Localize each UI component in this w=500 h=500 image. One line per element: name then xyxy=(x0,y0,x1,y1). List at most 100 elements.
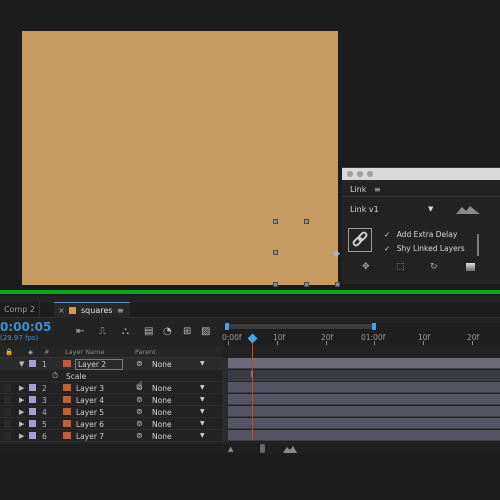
add-extra-delay-option[interactable]: ✓ Add Extra Delay xyxy=(384,230,457,239)
visibility-toggle[interactable] xyxy=(4,432,11,440)
timeline-zoom-bar[interactable]: ▲ xyxy=(0,444,500,454)
twirl-closed-icon[interactable]: ▶ xyxy=(19,432,24,440)
draft-3d-icon[interactable]: ⎍ xyxy=(99,326,106,337)
move-icon[interactable]: ✥ xyxy=(362,262,370,272)
transform-handle[interactable] xyxy=(273,282,278,287)
parent-select[interactable]: None xyxy=(152,432,172,441)
zoom-out-icon[interactable]: ▲ xyxy=(228,445,233,453)
layer-row[interactable]: ▼ 1 Layer 2 ⊚ None ▼ xyxy=(0,358,222,370)
chevron-down-icon[interactable]: ▼ xyxy=(200,408,205,415)
layer-name-field[interactable]: Layer 6 xyxy=(76,420,104,429)
column-parent[interactable]: Parent xyxy=(135,348,156,356)
playhead-line[interactable] xyxy=(252,340,253,440)
shy-linked-layers-option[interactable]: ✓ Shy Linked Layers xyxy=(384,244,465,253)
chevron-down-icon[interactable]: ▼ xyxy=(200,396,205,403)
frame-blending-icon[interactable]: ▤ xyxy=(144,326,153,337)
visibility-toggle[interactable] xyxy=(4,360,11,368)
zoom-slider-handle[interactable] xyxy=(260,444,265,453)
pickwhip-icon[interactable]: ⊚ xyxy=(136,395,143,404)
property-track[interactable] xyxy=(228,370,500,381)
bounding-box-icon[interactable]: ⬚ xyxy=(396,262,405,272)
checkbox-check[interactable]: ✓ xyxy=(384,244,390,253)
layer-row[interactable]: ▶ 3 Layer 4 ⊚ None ▼ xyxy=(0,394,222,406)
rotate-icon[interactable]: ↻ xyxy=(430,262,438,272)
layer-duration-bar[interactable] xyxy=(228,358,500,369)
pickwhip-icon[interactable]: ⊚ xyxy=(136,359,143,368)
pickwhip-icon[interactable]: ⊚ xyxy=(136,407,143,416)
link-panel-menu-icon[interactable]: ≡ xyxy=(374,185,381,194)
twirl-closed-icon[interactable]: ▶ xyxy=(19,396,24,404)
shy-layers-icon[interactable]: ⛬ xyxy=(122,326,129,337)
link-tab-label[interactable]: Link xyxy=(350,185,366,194)
current-time-display[interactable]: 0:00:05 xyxy=(0,320,51,334)
transform-handle[interactable] xyxy=(304,282,309,287)
transform-handle[interactable] xyxy=(273,250,278,255)
stopwatch-icon[interactable]: ⏱ xyxy=(52,371,58,381)
layer-name-field[interactable]: Layer 4 xyxy=(76,396,104,405)
layer-name-field[interactable]: Layer 7 xyxy=(76,432,104,441)
anchor-point-icon[interactable]: ◆ xyxy=(333,249,340,259)
scrollbar[interactable] xyxy=(477,234,479,256)
zoom-in-icon[interactable] xyxy=(283,445,297,453)
layer-label-color[interactable] xyxy=(29,360,36,367)
tab-comp-2[interactable]: Comp 2 xyxy=(0,302,40,318)
brainstorm-icon[interactable]: ▨ xyxy=(201,326,210,337)
visibility-toggle[interactable] xyxy=(4,384,11,392)
twirl-closed-icon[interactable]: ▶ xyxy=(19,420,24,428)
parent-select[interactable]: None xyxy=(152,420,172,429)
transform-handle[interactable] xyxy=(273,219,278,224)
layer-duration-bar[interactable] xyxy=(228,430,500,441)
lock-icon[interactable]: 🔒 xyxy=(5,348,13,356)
chevron-down-icon[interactable]: ▼ xyxy=(200,360,205,367)
chevron-down-icon[interactable]: ▼ xyxy=(200,420,205,427)
motion-blur-icon[interactable]: ◔ xyxy=(163,326,172,337)
work-area-end-handle[interactable] xyxy=(372,323,376,330)
transform-handle[interactable] xyxy=(304,219,309,224)
parent-select[interactable]: None xyxy=(152,384,172,393)
comp-mini-flowchart-icon[interactable]: ⇤ xyxy=(76,326,84,337)
transform-handle[interactable] xyxy=(335,282,340,287)
layer-name-field[interactable]: Layer 3 xyxy=(76,384,104,393)
layer-row[interactable]: ▶ 6 Layer 7 ⊚ None ▼ xyxy=(0,430,222,442)
visibility-toggle[interactable] xyxy=(4,408,11,416)
column-layer-name[interactable]: Layer Name xyxy=(65,348,104,356)
link-version-select[interactable]: Link v1 xyxy=(350,205,379,214)
parent-select[interactable]: None xyxy=(152,396,172,405)
link-panel-titlebar[interactable] xyxy=(342,168,500,180)
chevron-down-icon[interactable]: ▼ xyxy=(428,205,433,213)
chevron-down-icon[interactable]: ▼ xyxy=(200,384,205,391)
layer-duration-bar[interactable] xyxy=(228,382,500,393)
layer-label-color[interactable] xyxy=(29,396,36,403)
visibility-toggle[interactable] xyxy=(4,420,11,428)
visibility-toggle[interactable] xyxy=(4,396,11,404)
layer-label-color[interactable] xyxy=(29,408,36,415)
gradient-icon[interactable] xyxy=(466,263,475,271)
layer-label-color[interactable] xyxy=(29,384,36,391)
property-label[interactable]: Scale xyxy=(66,372,86,381)
layer-row[interactable]: ▶ 5 Layer 6 ⊚ None ▼ xyxy=(0,418,222,430)
link-button[interactable] xyxy=(348,228,372,252)
pickwhip-icon[interactable]: ⊚ xyxy=(136,419,143,428)
tab-squares[interactable]: × squares ≡ xyxy=(54,302,130,318)
property-row[interactable]: ⏱ Scale xyxy=(0,370,222,382)
layer-name-field[interactable]: Layer 5 xyxy=(76,408,104,417)
graph-editor-icon[interactable]: ⊞ xyxy=(183,326,191,337)
label-icon[interactable]: ◈ xyxy=(28,348,33,356)
composition-layer-solid[interactable] xyxy=(22,31,338,285)
checkbox-check[interactable]: ✓ xyxy=(384,230,390,239)
work-area-start-handle[interactable] xyxy=(225,323,229,330)
parent-select[interactable]: None xyxy=(152,360,172,369)
layer-duration-bar[interactable] xyxy=(228,394,500,405)
twirl-open-icon[interactable]: ▼ xyxy=(19,360,24,368)
twirl-closed-icon[interactable]: ▶ xyxy=(19,408,24,416)
layer-label-color[interactable] xyxy=(29,432,36,439)
window-zoom-dot[interactable] xyxy=(367,171,373,177)
layer-row[interactable]: ▶ 2 Layer 3 ⊚ None ▼ xyxy=(0,382,222,394)
chevron-down-icon[interactable]: ▼ xyxy=(200,432,205,439)
layer-duration-bar[interactable] xyxy=(228,418,500,429)
parent-select[interactable]: None xyxy=(152,408,172,417)
layer-row[interactable]: ▶ 4 Layer 5 ⊚ None ▼ xyxy=(0,406,222,418)
window-close-dot[interactable] xyxy=(347,171,353,177)
layer-name-field[interactable]: Layer 2 xyxy=(74,359,124,370)
layer-label-color[interactable] xyxy=(29,420,36,427)
